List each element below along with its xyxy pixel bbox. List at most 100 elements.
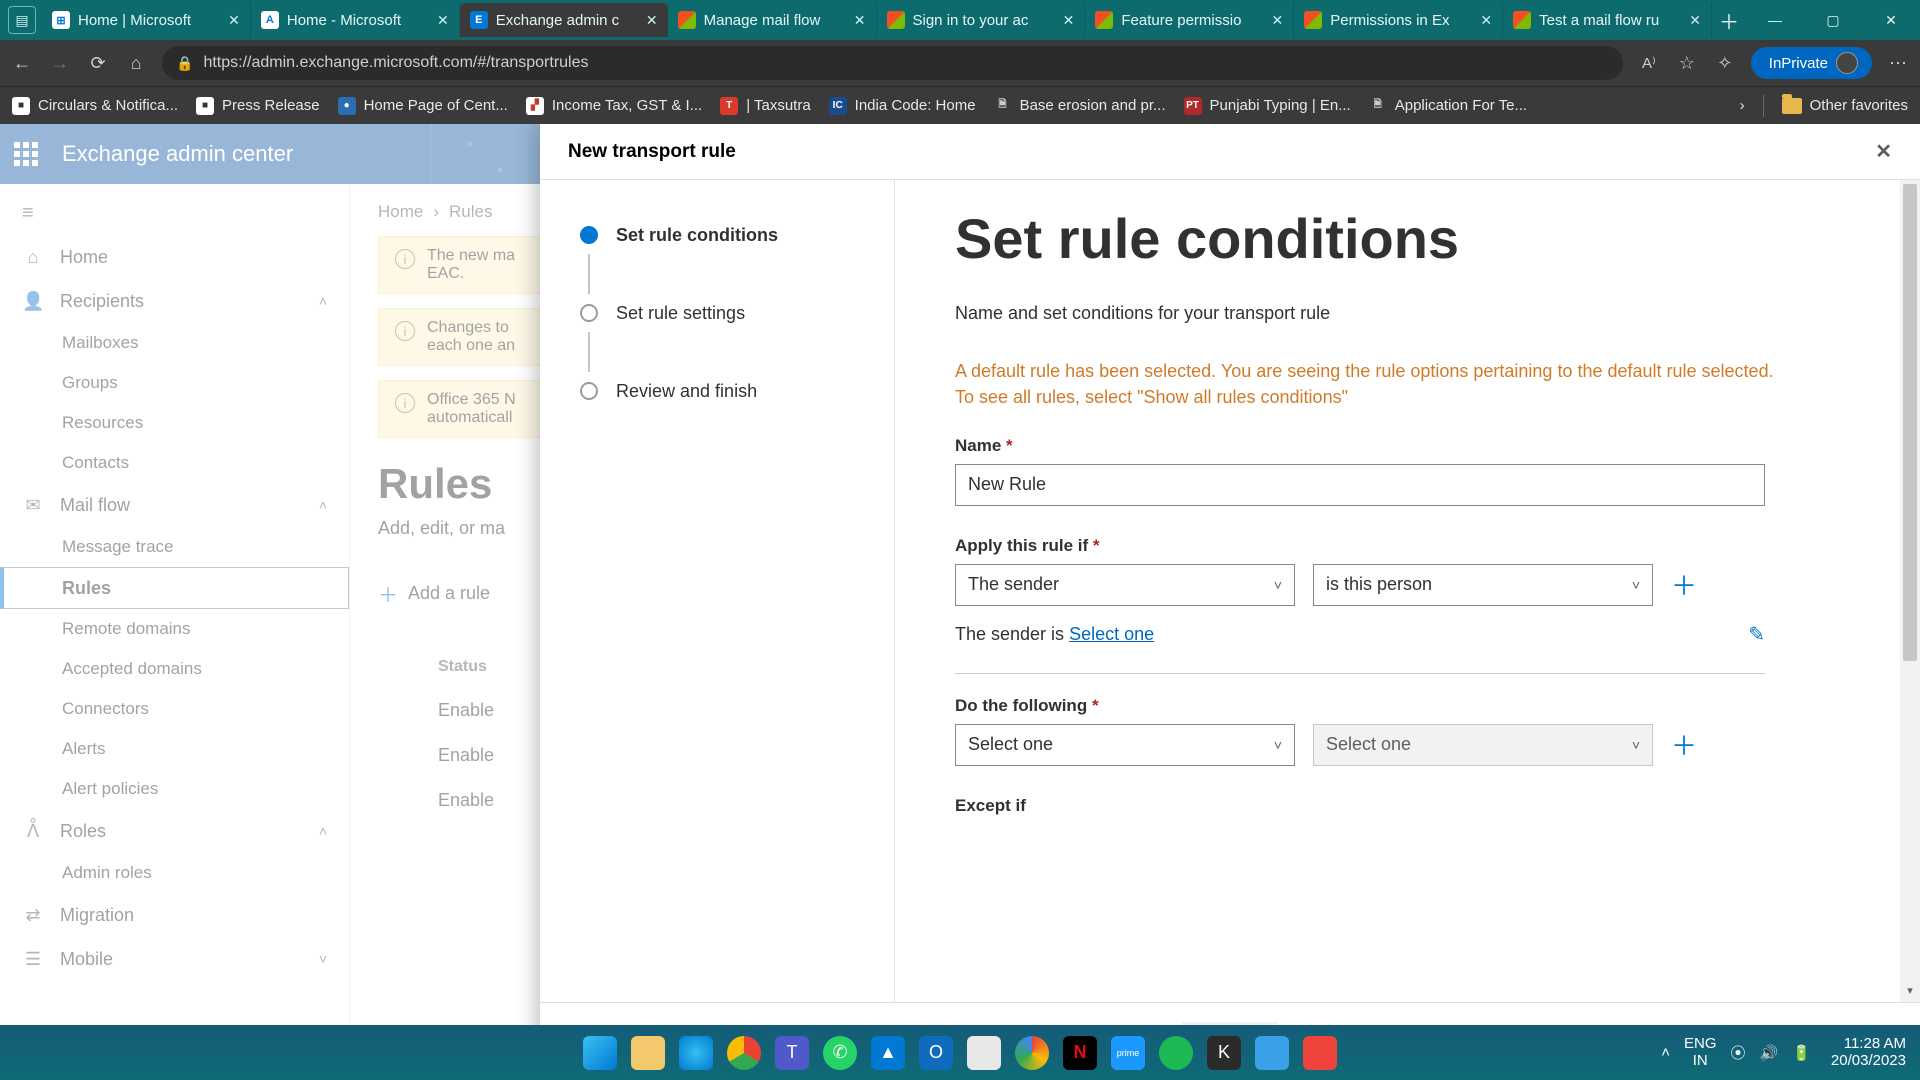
panel-title: New transport rule — [568, 141, 736, 163]
close-icon[interactable]: ✕ — [228, 12, 240, 29]
scrollbar-thumb[interactable] — [1903, 184, 1917, 661]
back-icon[interactable]: ← — [10, 51, 34, 75]
other-favorites[interactable]: Other favorites — [1782, 97, 1908, 114]
clock-time: 11:28 AM — [1831, 1036, 1906, 1053]
scroll-down-icon[interactable]: ▾ — [1900, 984, 1920, 1002]
whatsapp-icon[interactable]: ✆ — [823, 1036, 857, 1070]
inprivate-indicator[interactable]: InPrivate — [1751, 47, 1872, 79]
favorite-link[interactable]: ■Press Release — [196, 97, 320, 115]
chrome-icon[interactable] — [727, 1036, 761, 1070]
anydesk-icon[interactable] — [1303, 1036, 1337, 1070]
edge-icon[interactable] — [679, 1036, 713, 1070]
wifi-icon[interactable]: ⦿ — [1731, 1042, 1746, 1063]
step-label: Review and finish — [616, 381, 757, 402]
lang-primary: ENG — [1684, 1036, 1717, 1053]
favorites-overflow-icon[interactable]: › — [1740, 97, 1745, 114]
clock[interactable]: 11:28 AM20/03/2023 — [1831, 1036, 1906, 1069]
step-label: Set rule conditions — [616, 225, 778, 246]
battery-icon[interactable]: 🔋 — [1792, 1044, 1811, 1062]
favorite-link[interactable]: ■Circulars & Notifica... — [12, 97, 178, 115]
close-icon[interactable]: ✕ — [1480, 12, 1492, 29]
close-icon[interactable]: ✕ — [1875, 139, 1892, 164]
tab-home-microsoft[interactable]: ⊞Home | Microsoft✕ — [42, 3, 251, 37]
favorite-link[interactable]: 🗎Base erosion and pr... — [994, 97, 1166, 115]
tray-overflow-icon[interactable]: ˄ — [1661, 1044, 1670, 1061]
close-icon[interactable]: ✕ — [437, 12, 449, 29]
select-value: Select one — [1326, 734, 1411, 755]
start-icon[interactable] — [583, 1036, 617, 1070]
tab-sign-in[interactable]: Sign in to your ac✕ — [877, 3, 1086, 37]
tab-exchange-admin[interactable]: EExchange admin c✕ — [460, 3, 668, 37]
refresh-icon[interactable]: ⟳ — [86, 51, 110, 75]
scrollbar[interactable]: ▴ ▾ — [1900, 180, 1920, 1002]
read-aloud-icon[interactable]: A⁾ — [1637, 51, 1661, 75]
edit-icon[interactable]: ✎ — [1748, 622, 1765, 647]
required-marker: * — [1006, 436, 1013, 455]
folder-icon — [1782, 98, 1802, 114]
volume-icon[interactable]: 🔊 — [1760, 1044, 1779, 1062]
favorite-star-icon[interactable]: ☆ — [1675, 51, 1699, 75]
close-icon[interactable]: ✕ — [1689, 12, 1701, 29]
spotify-icon[interactable] — [1159, 1036, 1193, 1070]
tab-manage-mail-flow[interactable]: Manage mail flow ✕ — [668, 3, 877, 37]
netflix-icon[interactable]: N — [1063, 1036, 1097, 1070]
favorite-link[interactable]: ●Home Page of Cent... — [338, 97, 508, 115]
add-condition-icon[interactable]: ＋ — [1671, 566, 1697, 603]
app-icon[interactable]: ▲ — [871, 1036, 905, 1070]
close-icon[interactable]: ✕ — [854, 12, 866, 29]
photos-icon[interactable] — [1015, 1036, 1049, 1070]
file-explorer-icon[interactable] — [631, 1036, 665, 1070]
tab-feature-perm[interactable]: Feature permissio✕ — [1085, 3, 1294, 37]
favorite-label: Press Release — [222, 97, 320, 114]
required-marker: * — [1092, 696, 1099, 715]
wizard-steps: Set rule conditions Set rule settings Re… — [540, 180, 895, 1002]
new-transport-rule-panel: New transport rule ✕ Set rule conditions… — [540, 124, 1920, 1080]
step-connector — [588, 254, 590, 294]
apply-predicate-select[interactable]: is this person˅ — [1313, 564, 1653, 606]
avatar-icon — [1836, 52, 1858, 74]
close-icon[interactable]: ✕ — [646, 12, 658, 29]
favorite-label: Income Tax, GST & I... — [552, 97, 702, 114]
favorite-link[interactable]: T| Taxsutra — [720, 97, 810, 115]
tab-permissions-ex[interactable]: Permissions in Ex✕ — [1294, 3, 1503, 37]
window-maximize-icon[interactable]: ▢ — [1804, 0, 1862, 40]
scanner-icon[interactable] — [967, 1036, 1001, 1070]
collections-icon[interactable]: ✧ — [1713, 51, 1737, 75]
tab-actions-icon[interactable]: ▤ — [8, 6, 36, 34]
close-icon[interactable]: ✕ — [1063, 12, 1075, 29]
address-bar[interactable]: 🔒 https://admin.exchange.microsoft.com/#… — [162, 46, 1623, 80]
apply-condition-select[interactable]: The sender˅ — [955, 564, 1295, 606]
chevron-down-icon: ˅ — [1274, 577, 1282, 593]
add-action-icon[interactable]: ＋ — [1671, 726, 1697, 763]
window-minimize-icon[interactable]: ― — [1746, 0, 1804, 40]
more-icon[interactable]: ⋯ — [1886, 51, 1910, 75]
rule-name-input[interactable] — [955, 464, 1765, 506]
favorite-link[interactable]: 🗎Application For Te... — [1369, 97, 1527, 115]
teams-icon[interactable]: T — [775, 1036, 809, 1070]
language-indicator[interactable]: ENGIN — [1684, 1036, 1717, 1069]
tab-label: Home - Microsoft — [287, 12, 429, 29]
step-conditions[interactable]: Set rule conditions — [580, 218, 874, 252]
app-icon-tool[interactable] — [1255, 1036, 1289, 1070]
step-connector — [588, 332, 590, 372]
select-one-link[interactable]: Select one — [1069, 624, 1154, 644]
tab-test-mail-flow[interactable]: Test a mail flow ru✕ — [1503, 3, 1712, 37]
new-tab-button[interactable]: ＋ — [1712, 6, 1746, 35]
app-icon-k[interactable]: K — [1207, 1036, 1241, 1070]
tab-label: Manage mail flow — [704, 12, 846, 29]
window-close-icon[interactable]: ✕ — [1862, 0, 1920, 40]
chevron-down-icon: ˅ — [1632, 577, 1640, 593]
step-review[interactable]: Review and finish — [580, 374, 874, 408]
favorite-link[interactable]: ▞Income Tax, GST & I... — [526, 97, 702, 115]
prime-video-icon[interactable]: prime — [1111, 1036, 1145, 1070]
lock-icon: 🔒 — [176, 55, 193, 72]
step-dot-icon — [580, 382, 598, 400]
close-icon[interactable]: ✕ — [1272, 12, 1284, 29]
home-icon[interactable]: ⌂ — [124, 51, 148, 75]
step-settings[interactable]: Set rule settings — [580, 296, 874, 330]
favorite-link[interactable]: ICIndia Code: Home — [829, 97, 976, 115]
favorite-link[interactable]: PTPunjabi Typing | En... — [1184, 97, 1351, 115]
tab-home-microsoft-2[interactable]: AHome - Microsoft✕ — [251, 3, 460, 37]
outlook-icon[interactable]: O — [919, 1036, 953, 1070]
do-action-select[interactable]: Select one˅ — [955, 724, 1295, 766]
